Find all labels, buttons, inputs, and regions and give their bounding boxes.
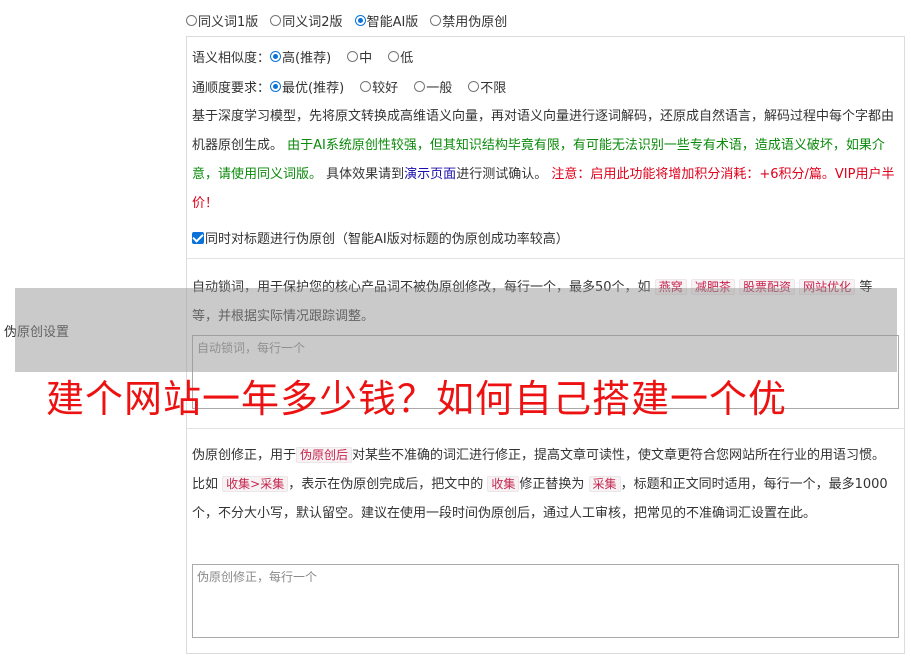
similarity-row: 语义相似度： 高(推荐) 中 低 xyxy=(192,47,425,66)
radio-circle[interactable] xyxy=(347,51,359,62)
fluency-normal[interactable]: 一般 xyxy=(414,77,452,96)
mode-option-synonym-2[interactable]: 同义词2版 xyxy=(270,11,343,30)
divider xyxy=(187,258,904,259)
ai-description: 基于深度学习模型，先将原文转换成高维语义向量，再对语义向量进行逐词解码，还原成自… xyxy=(192,102,898,218)
overlay-band xyxy=(15,288,897,372)
similarity-label: 语义相似度： xyxy=(192,51,271,66)
correction-text-3: ，表示在伪原创完成后，把文中的 xyxy=(288,477,484,492)
radio-circle[interactable] xyxy=(186,15,197,26)
similarity-low[interactable]: 低 xyxy=(388,47,413,66)
radio-circle[interactable] xyxy=(414,81,426,92)
fluency-good[interactable]: 较好 xyxy=(360,77,398,96)
code-tag: 采集 xyxy=(588,476,621,492)
mode-option-ai[interactable]: 智能AI版 xyxy=(354,11,418,30)
radio-circle-selected[interactable] xyxy=(354,15,366,26)
radio-circle-selected[interactable] xyxy=(270,51,282,62)
radio-circle[interactable] xyxy=(468,81,480,92)
radio-circle[interactable] xyxy=(360,81,372,92)
mode-radio-group: 同义词1版 同义词2版 智能AI版 禁用伪原创 xyxy=(186,11,519,30)
correction-text-4: 修正替换为 xyxy=(519,477,585,492)
mode-option-synonym-1[interactable]: 同义词1版 xyxy=(186,11,258,30)
demo-page-link[interactable]: 演示页面 xyxy=(404,167,456,182)
divider xyxy=(187,428,904,429)
fluency-unlimited[interactable]: 不限 xyxy=(468,77,506,96)
code-tag: 收集>采集 xyxy=(222,476,289,492)
fluency-best[interactable]: 最优(推荐) xyxy=(270,77,344,96)
similarity-high[interactable]: 高(推荐) xyxy=(270,47,331,66)
correction-textarea[interactable] xyxy=(192,564,899,638)
correction-description: 伪原创修正，用于 伪原创后 对某些不准确的词汇进行修正，提高文章可读性，使文章更符合… xyxy=(192,441,898,528)
similarity-medium[interactable]: 中 xyxy=(347,47,372,66)
radio-circle[interactable] xyxy=(270,15,282,26)
radio-circle[interactable] xyxy=(430,15,442,26)
code-tag: 收集 xyxy=(487,476,520,492)
title-checkbox-label: 同时对标题进行伪原创（智能AI版对标题的伪原创成功率较高） xyxy=(205,232,569,247)
overlay-title: 建个网站一年多少钱？如何自己搭建一个优 xyxy=(46,377,788,421)
radio-circle-selected[interactable] xyxy=(270,81,282,92)
fluency-label: 通顺度要求： xyxy=(192,81,271,96)
description-text-3: 进行测试确认。 xyxy=(456,167,548,182)
correction-text: 伪原创修正，用于 xyxy=(192,448,297,463)
mode-option-disable[interactable]: 禁用伪原创 xyxy=(430,11,507,30)
description-text-2: 具体效果请到 xyxy=(326,167,405,182)
fluency-row: 通顺度要求： 最优(推荐) 较好 一般 不限 xyxy=(192,77,518,96)
title-pseudo-checkbox[interactable] xyxy=(192,231,204,244)
code-tag: 伪原创后 xyxy=(296,447,353,463)
title-checkbox-row: 同时对标题进行伪原创（智能AI版对标题的伪原创成功率较高） xyxy=(192,228,569,247)
radio-circle[interactable] xyxy=(388,51,400,62)
